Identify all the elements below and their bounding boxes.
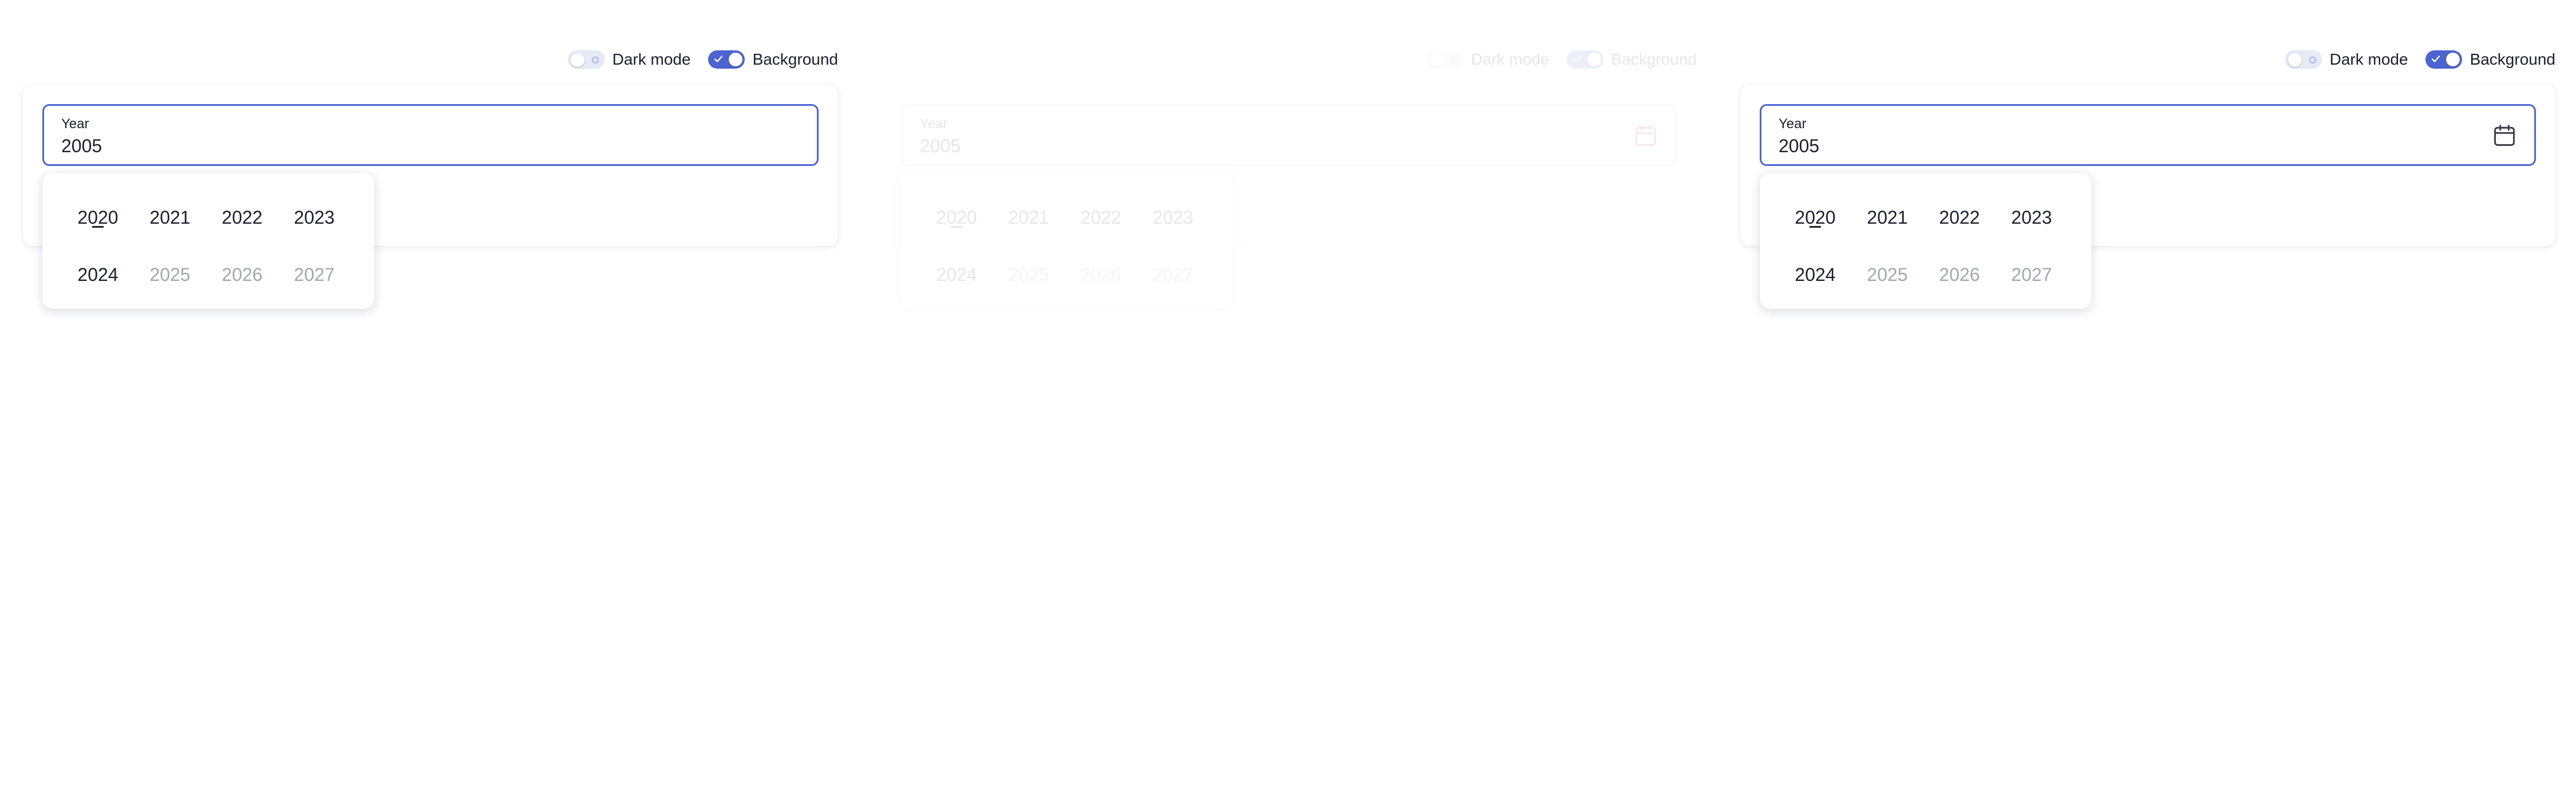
year-option-2022[interactable]: 2022	[206, 189, 278, 246]
year-option-2027: 2027	[1152, 264, 1194, 285]
year-option-2023[interactable]: 2023	[1137, 189, 1209, 246]
year-option-2025: 2025	[149, 264, 191, 285]
year-picker-popover: 2020 2021 2022 2023 2024 2025 2026 2027	[42, 173, 374, 309]
year-option-2027: 2027	[2011, 264, 2052, 285]
year-input-field[interactable]: Year 2005	[901, 104, 1677, 166]
background-toggle-group: Background	[708, 50, 838, 69]
year-grid: 2020 2021 2022 2023 2024 2025 2026 2027	[62, 189, 350, 303]
switch-knob	[728, 53, 742, 66]
dark-mode-switch[interactable]	[2285, 50, 2322, 69]
year-option-2021[interactable]: 2021	[1851, 189, 1923, 246]
check-icon	[1573, 55, 1581, 62]
year-option-2022[interactable]: 2022	[1065, 189, 1137, 246]
background-switch[interactable]	[1566, 50, 1603, 69]
field-label: Year	[61, 116, 89, 132]
check-icon	[714, 55, 722, 62]
dark-mode-toggle-group: Dark mode	[567, 50, 691, 69]
year-option-2024[interactable]: 2024	[920, 246, 993, 303]
year-option-2025: 2025	[1008, 264, 1049, 285]
year-option-2021[interactable]: 2021	[134, 189, 206, 246]
dark-mode-label: Dark mode	[2329, 50, 2408, 68]
year-picker-popover: 2020 2021 2022 2023 2024 2025 2026 2027	[1760, 173, 2092, 309]
year-grid: 2020 2021 2022 2023 2024 2025 2026 2027	[920, 189, 1209, 303]
year-option-2024[interactable]: 2024	[62, 246, 134, 303]
background-toggle-group: Background	[2425, 50, 2555, 69]
switch-knob	[2445, 53, 2460, 66]
year-input-field[interactable]: Year 2005	[1760, 104, 2536, 166]
toolbar: Dark mode Background	[1426, 47, 1697, 72]
panel-disabled: Dark mode Background Year 2005 2020 2021 2…	[859, 0, 1717, 801]
year-input-field[interactable]: Year 2005	[42, 104, 819, 166]
background-label: Background	[1611, 50, 1697, 68]
switch-knob	[2287, 53, 2302, 67]
year-option-2026: 2026	[222, 264, 263, 285]
background-switch[interactable]	[2425, 50, 2462, 69]
year-option-2020[interactable]: 2020	[62, 189, 134, 246]
switch-knob	[1429, 53, 1443, 67]
check-icon	[2431, 55, 2440, 62]
background-switch[interactable]	[708, 50, 745, 69]
year-input-value[interactable]: 2005	[920, 136, 961, 157]
toolbar: Dark mode Background	[567, 47, 838, 72]
panel-with-icon: Dark mode Background Year 2005 2020 2021 2…	[1717, 0, 2576, 801]
dark-mode-switch[interactable]	[1426, 50, 1463, 69]
year-option-2021[interactable]: 2021	[993, 189, 1065, 246]
year-option-2026: 2026	[1080, 264, 1121, 285]
background-toggle-group: Background	[1566, 50, 1697, 69]
switch-knob	[570, 53, 584, 67]
year-option-2023[interactable]: 2023	[278, 189, 350, 246]
year-input-value[interactable]: 2005	[1779, 136, 1819, 157]
moon-icon	[1450, 57, 1457, 64]
calendar-icon[interactable]	[2492, 123, 2517, 148]
moon-icon	[591, 57, 599, 64]
year-option-2020[interactable]: 2020	[920, 189, 993, 246]
dark-mode-label: Dark mode	[1471, 50, 1550, 68]
dark-mode-toggle-group: Dark mode	[1426, 50, 1550, 69]
field-label: Year	[1779, 116, 1807, 132]
switch-knob	[1587, 53, 1601, 66]
dark-mode-label: Dark mode	[612, 50, 691, 68]
calendar-icon[interactable]	[1633, 123, 1658, 148]
field-label: Year	[920, 116, 948, 132]
year-option-2026: 2026	[1939, 264, 1980, 285]
year-option-2024[interactable]: 2024	[1779, 246, 1851, 303]
year-input-value[interactable]: 2005	[61, 136, 102, 157]
year-picker-popover: 2020 2021 2022 2023 2024 2025 2026 2027	[901, 173, 1233, 309]
background-label: Background	[2470, 50, 2555, 68]
dark-mode-toggle-group: Dark mode	[2285, 50, 2408, 69]
year-option-2022[interactable]: 2022	[1923, 189, 1996, 246]
dark-mode-switch[interactable]	[567, 50, 605, 69]
year-option-2020[interactable]: 2020	[1779, 189, 1851, 246]
year-option-2027: 2027	[294, 264, 335, 285]
background-label: Background	[752, 50, 838, 68]
panel-focused: Dark mode Background Year 2005 2020 2021 2…	[0, 0, 859, 801]
year-grid: 2020 2021 2022 2023 2024 2025 2026 2027	[1779, 189, 2068, 303]
toolbar: Dark mode Background	[2285, 47, 2555, 72]
moon-icon	[2309, 57, 2316, 64]
year-option-2025: 2025	[1867, 264, 1908, 285]
year-option-2023[interactable]: 2023	[1996, 189, 2068, 246]
